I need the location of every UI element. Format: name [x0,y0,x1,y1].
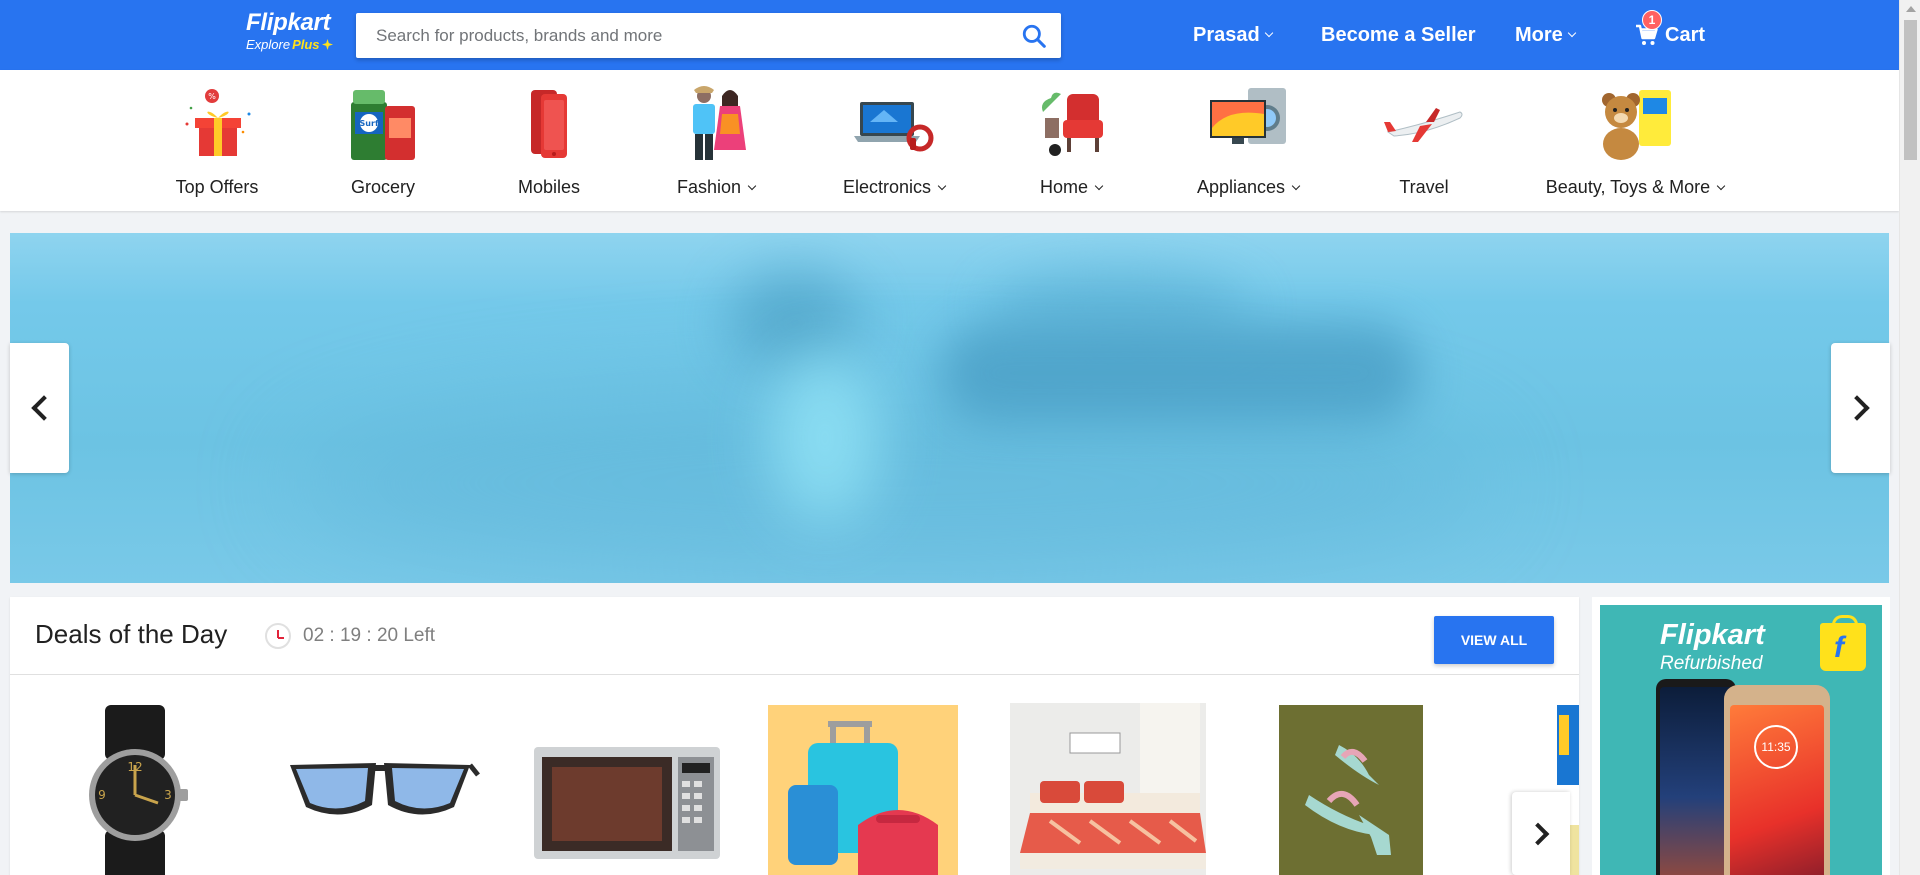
become-seller-link[interactable]: Become a Seller [1321,22,1476,48]
scroll-up-arrow-icon[interactable] [1906,6,1916,12]
svg-text:%: % [208,92,216,101]
flipkart-logo[interactable]: Flipkart Explore Plus [246,10,346,58]
chevron-down-icon [1567,28,1577,38]
luggage-icon [768,705,958,875]
hero-banner[interactable] [10,233,1889,583]
search-box [356,13,1061,58]
chevron-down-icon [747,181,757,190]
more-menu[interactable]: More [1515,22,1577,48]
view-all-button[interactable]: VIEW ALL [1434,616,1554,664]
chevron-down-icon [1716,181,1726,190]
category-home[interactable]: Home [981,84,1161,202]
deals-timer-text: 02 : 19 : 20 Left [303,625,436,646]
deal-item-microwave[interactable] [524,705,724,875]
cart-label: Cart [1665,24,1706,46]
more-label: More [1515,24,1563,46]
sunglasses-icon [290,763,480,815]
user-menu[interactable]: Prasad [1193,22,1273,48]
refurbished-ad-banner: Flipkart Refurbished f 11:35 [1600,605,1882,875]
sandal-icon [1279,705,1423,875]
page-scrollbar[interactable] [1899,0,1920,875]
armchair-icon [1042,92,1103,156]
shopping-bag-icon: f [1820,615,1866,671]
category-label: Top Offers [175,177,259,197]
microwave-icon [534,747,720,859]
category-label: Mobiles [517,177,581,197]
svg-text:9: 9 [98,788,106,802]
deal-item-bed[interactable] [1010,703,1206,875]
bed-icon [1010,703,1206,875]
svg-text:Surf: Surf [360,119,379,128]
svg-text:12: 12 [127,760,142,774]
category-top-offers[interactable]: % Top Offers [127,84,307,202]
refurbished-ad[interactable]: Flipkart Refurbished f 11:35 [1592,597,1890,875]
airplane-icon [1384,108,1463,142]
phone-clock: 11:35 [1754,725,1798,769]
chevron-right-icon [1526,822,1550,845]
become-seller-label: Become a Seller [1321,24,1476,46]
category-travel[interactable]: Travel [1334,84,1514,202]
tv-washer-icon [1210,88,1286,144]
top-header: Flipkart Explore Plus Prasad Become a Se… [0,0,1899,70]
deal-item-watch[interactable]: 12 3 9 [60,705,210,875]
logo-text: Flipkart [246,9,331,36]
deals-title: Deals of the Day [35,619,228,649]
deal-item-sunglasses[interactable] [280,705,480,875]
scrollbar-thumb[interactable] [1904,20,1917,160]
category-label: Appliances [1158,177,1338,198]
search-icon[interactable] [1021,23,1047,49]
user-name: Prasad [1193,24,1260,46]
svg-text:3: 3 [164,788,172,802]
deal-item-sandal[interactable] [1279,705,1423,875]
teddy-bear-icon [1602,90,1671,160]
logo-plus: Plus [292,37,320,52]
deals-timer: 02 : 19 : 20 Left [265,623,435,649]
category-electronics[interactable]: Electronics [804,84,984,202]
laptop-icon [854,102,934,152]
phone-image: 11:35 [1724,685,1830,875]
watch-icon: 12 3 9 [89,705,188,875]
mobile-icon [531,90,567,158]
clock-icon [265,623,291,649]
banner-blur-shape [940,323,1420,423]
search-input[interactable] [356,13,996,58]
gift-icon: % [185,89,251,156]
logo-subtext: Explore Plus [246,37,346,52]
fashion-icon [693,86,746,160]
category-label: Travel [1399,177,1449,197]
chevron-down-icon [1291,181,1301,190]
deals-header: Deals of the Day 02 : 19 : 20 Left VIEW … [10,597,1579,675]
chevron-down-icon [1264,28,1273,38]
banner-prev-button[interactable] [10,343,69,473]
cart-count-badge: 1 [1642,10,1662,30]
deals-next-button[interactable] [1512,792,1570,875]
logo-explore: Explore [246,37,291,52]
deal-item-luggage[interactable] [768,705,958,875]
category-appliances[interactable]: Appliances [1158,84,1338,202]
banner-blur-shape [770,353,880,523]
category-label: Home [981,177,1161,198]
chevron-right-icon [1843,395,1870,421]
chevron-down-icon [1094,181,1104,190]
plus-star-icon [321,39,333,50]
deals-of-the-day-section: Deals of the Day 02 : 19 : 20 Left VIEW … [10,597,1579,875]
category-grocery[interactable]: Surf Grocery [293,84,473,202]
grocery-icon: Surf [351,90,415,160]
category-beauty-toys[interactable]: Beauty, Toys & More [1545,84,1726,202]
chevron-down-icon [937,181,947,190]
ad-subtitle: Refurbished [1660,653,1763,674]
chevron-left-icon [30,395,57,421]
category-label: Electronics [804,177,984,198]
category-fashion[interactable]: Fashion [626,84,806,202]
category-bar: % Top Offers Surf Grocery Mobiles Fashio… [0,70,1899,211]
category-label: Grocery [350,177,415,197]
banner-next-button[interactable] [1831,343,1890,473]
category-label: Beauty, Toys & More [1545,177,1726,198]
category-mobiles[interactable]: Mobiles [459,84,639,202]
ad-brand: Flipkart [1660,619,1765,651]
category-label: Fashion [626,177,806,198]
